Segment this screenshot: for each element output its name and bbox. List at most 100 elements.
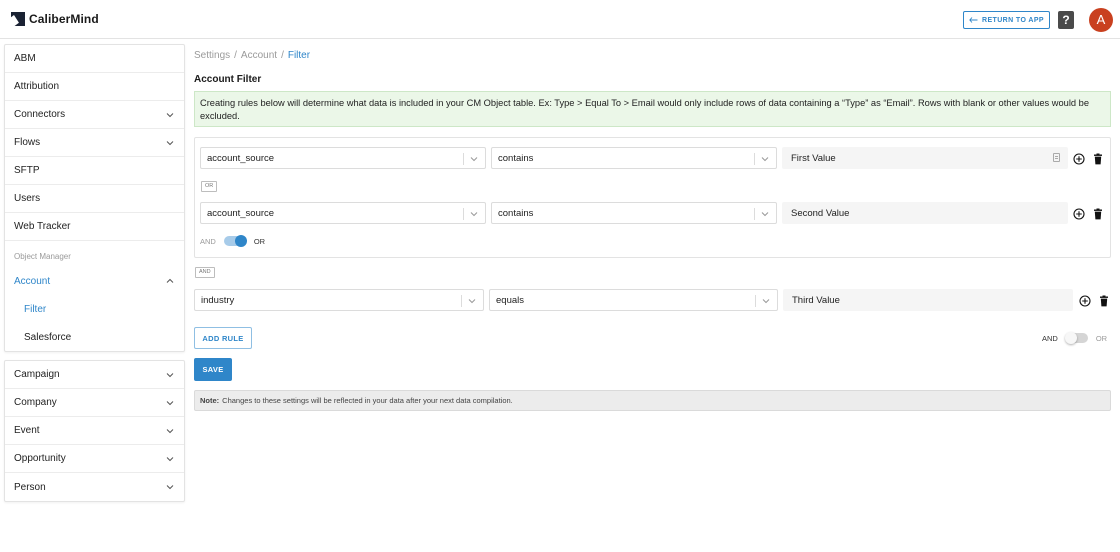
rule-3-operator-value: equals xyxy=(496,294,524,306)
sidebar-item-account[interactable]: Account xyxy=(5,267,184,295)
rule-3-operator-select[interactable]: equals xyxy=(489,289,778,311)
return-to-app-button[interactable]: RETURN TO APP xyxy=(963,11,1050,29)
rule-2-operator-value: contains xyxy=(498,207,534,219)
chevron-down-icon xyxy=(470,212,478,217)
chevron-down-icon xyxy=(166,372,174,377)
sidebar-item-abm[interactable]: ABM xyxy=(5,45,184,73)
chevron-down-icon xyxy=(166,456,174,461)
sidebar-item-connectors[interactable]: Connectors xyxy=(5,101,184,129)
sidebar-subitem-salesforce[interactable]: Salesforce xyxy=(5,323,184,351)
root-toggle-switch[interactable] xyxy=(1064,332,1088,344)
sidebar-top-card: ABM Attribution Connectors Flows SFTP Us… xyxy=(4,44,185,352)
toggle-knob xyxy=(1064,332,1077,344)
chevron-down-icon xyxy=(166,428,174,433)
rule-2-value-text: Second Value xyxy=(791,207,850,219)
rule-3-field-value: industry xyxy=(201,294,235,306)
rule-2-operator-select[interactable]: contains xyxy=(491,202,777,224)
rule-2-value-input[interactable]: Second Value xyxy=(782,202,1068,224)
sidebar-item-label: Event xyxy=(14,425,40,436)
select-divider xyxy=(463,208,464,220)
breadcrumb-account[interactable]: Account xyxy=(241,50,277,61)
sidebar-item-flows[interactable]: Flows xyxy=(5,129,184,157)
calibermind-logo-icon xyxy=(11,12,25,26)
select-divider xyxy=(463,153,464,165)
sidebar-item-label: Connectors xyxy=(14,109,66,120)
add-rule-circle-icon[interactable] xyxy=(1073,208,1085,220)
toggle-left-label: AND xyxy=(200,236,216,246)
sidebar-item-label: Person xyxy=(14,481,46,493)
chevron-down-icon xyxy=(166,112,174,117)
clipboard-icon[interactable] xyxy=(1053,153,1060,162)
sidebar-item-person[interactable]: Person xyxy=(5,473,184,501)
sidebar-item-label: Account xyxy=(14,275,51,287)
chevron-down-icon xyxy=(166,400,174,405)
chevron-down-icon xyxy=(166,485,174,490)
rule-3-value-input[interactable]: Third Value xyxy=(783,289,1073,311)
rule-1-field-select[interactable]: account_source xyxy=(200,147,486,169)
sidebar-item-sftp[interactable]: SFTP xyxy=(5,157,184,185)
save-button[interactable]: SAVE xyxy=(194,358,232,381)
delete-trash-icon[interactable] xyxy=(1092,208,1104,220)
sidebar-item-attribution[interactable]: Attribution xyxy=(5,73,184,101)
chevron-down-icon xyxy=(470,157,478,162)
brand-name: CaliberMind xyxy=(29,12,99,26)
sidebar-item-label: SFTP xyxy=(14,165,40,176)
brand-logo[interactable]: CaliberMind xyxy=(11,12,99,26)
chevron-down-icon xyxy=(762,299,770,304)
chevron-down-icon xyxy=(761,157,769,162)
breadcrumb: Settings / Account / Filter xyxy=(194,50,310,61)
sidebar: ABM Attribution Connectors Flows SFTP Us… xyxy=(4,44,185,502)
arrow-left-icon xyxy=(969,17,978,23)
sidebar-item-label: ABM xyxy=(14,53,36,64)
delete-trash-icon[interactable] xyxy=(1098,295,1110,307)
sidebar-item-label: Web Tracker xyxy=(14,221,71,232)
user-avatar[interactable]: A xyxy=(1089,8,1113,32)
sidebar-item-opportunity[interactable]: Opportunity xyxy=(5,445,184,473)
sidebar-item-event[interactable]: Event xyxy=(5,417,184,445)
sidebar-subitem-filter[interactable]: Filter xyxy=(5,295,184,323)
add-rule-button[interactable]: ADD RULE xyxy=(194,327,252,349)
rule-2-field-select[interactable]: account_source xyxy=(200,202,486,224)
sidebar-item-company[interactable]: Company xyxy=(5,389,184,417)
breadcrumb-settings[interactable]: Settings xyxy=(194,50,230,61)
sidebar-item-label: Flows xyxy=(14,137,41,148)
sidebar-item-label: Company xyxy=(14,397,57,408)
rule-1-value-text: First Value xyxy=(791,152,836,164)
group-toggle-switch[interactable] xyxy=(223,235,247,247)
or-connector-tag: OR xyxy=(201,181,218,192)
rule-1-operator-value: contains xyxy=(498,152,534,164)
sidebar-item-users[interactable]: Users xyxy=(5,185,184,213)
sidebar-item-campaign[interactable]: Campaign xyxy=(5,361,184,389)
add-rule-circle-icon[interactable] xyxy=(1079,295,1091,307)
breadcrumb-filter: Filter xyxy=(287,50,311,61)
select-divider xyxy=(755,295,756,307)
chevron-up-icon xyxy=(166,278,174,283)
sidebar-item-label: Users xyxy=(14,193,41,204)
toggle-right-label: OR xyxy=(1095,333,1108,343)
rule-1-operator-select[interactable]: contains xyxy=(491,147,777,169)
delete-trash-icon[interactable] xyxy=(1092,153,1104,165)
top-bar: CaliberMind RETURN TO APP ? A xyxy=(0,0,1120,39)
note-label: Note: xyxy=(200,396,220,405)
select-divider xyxy=(461,295,462,307)
add-rule-circle-icon[interactable] xyxy=(1073,153,1085,165)
toggle-knob xyxy=(234,235,247,247)
sidebar-item-label: Opportunity xyxy=(14,453,66,464)
note-text: Changes to these settings will be reflec… xyxy=(222,396,513,405)
sidebar-item-web-tracker[interactable]: Web Tracker xyxy=(5,213,184,241)
toggle-left-label: AND xyxy=(1042,333,1058,343)
toggle-right-label: OR xyxy=(253,236,266,246)
and-connector-tag: AND xyxy=(195,267,215,278)
rule-3-field-select[interactable]: industry xyxy=(194,289,484,311)
group-and-or-toggle[interactable]: AND OR xyxy=(200,235,266,247)
breadcrumb-separator: / xyxy=(281,50,284,61)
root-and-or-toggle[interactable]: AND OR xyxy=(1042,332,1108,344)
rule-2-field-value: account_source xyxy=(207,207,275,219)
page-title: Account Filter xyxy=(194,74,262,85)
rule-group: account_source contains First Value OR a… xyxy=(194,137,1111,258)
rule-1-value-input[interactable]: First Value xyxy=(782,147,1068,169)
help-button[interactable]: ? xyxy=(1058,11,1074,29)
rule-1-field-value: account_source xyxy=(207,152,275,164)
select-divider xyxy=(754,208,755,220)
sidebar-bottom-card: Campaign Company Event Opportunity Perso… xyxy=(4,360,185,502)
